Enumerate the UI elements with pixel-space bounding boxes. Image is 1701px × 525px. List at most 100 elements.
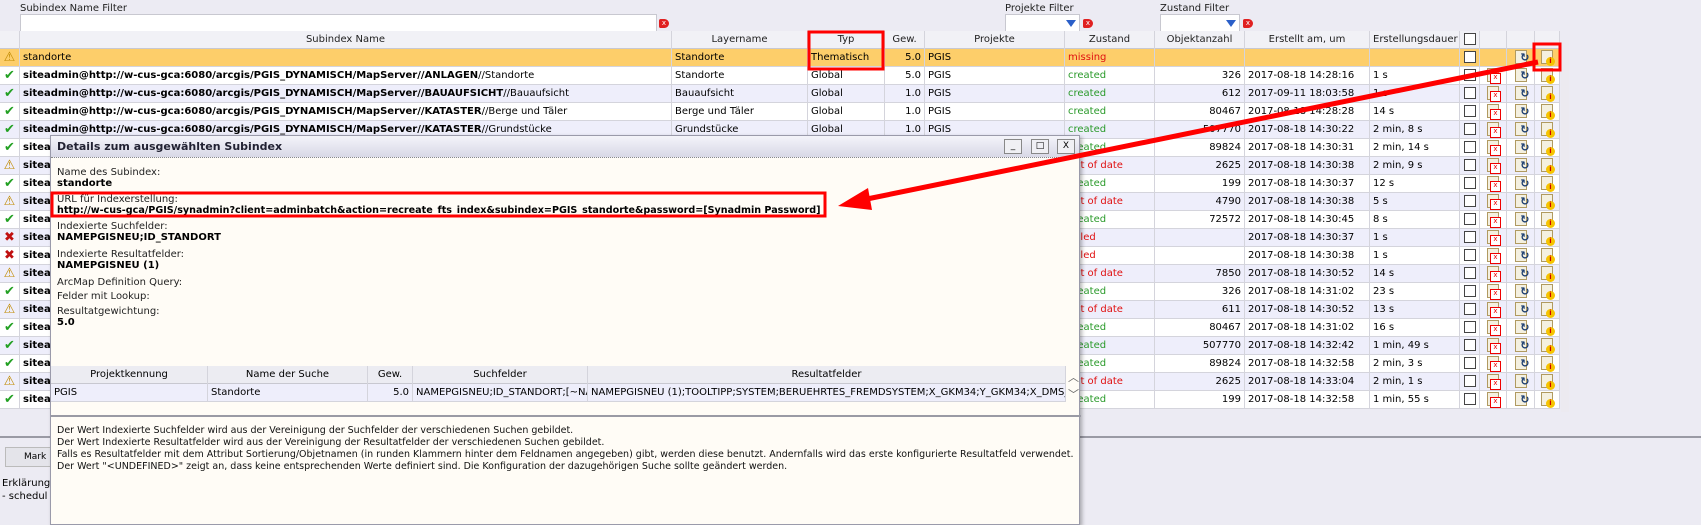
column-header-erstellungsdauer[interactable]: Erstellungsdauer — [1370, 31, 1460, 49]
row-checkbox[interactable] — [1463, 339, 1476, 351]
row-checkbox[interactable] — [1463, 393, 1476, 405]
delete-document-icon[interactable] — [1487, 230, 1501, 246]
scroll-down-icon[interactable]: ﹀ — [1068, 386, 1079, 402]
info-document-icon[interactable] — [1541, 140, 1555, 156]
subindex-filter-input[interactable] — [20, 14, 657, 32]
scroll-up-icon[interactable]: ︿ — [1068, 369, 1079, 385]
row-checkbox[interactable] — [1463, 69, 1476, 81]
clear-projekte-filter-icon[interactable]: x — [1083, 19, 1093, 28]
delete-document-icon[interactable] — [1487, 194, 1501, 210]
delete-document-icon[interactable] — [1487, 284, 1501, 300]
row-checkbox[interactable] — [1463, 375, 1476, 387]
row-checkbox[interactable] — [1463, 321, 1476, 333]
row-checkbox[interactable] — [1463, 357, 1476, 369]
delete-document-icon[interactable] — [1487, 68, 1501, 84]
delete-document-icon[interactable] — [1487, 86, 1501, 102]
row-checkbox[interactable] — [1463, 87, 1476, 99]
info-document-icon[interactable] — [1541, 176, 1555, 192]
minimize-button[interactable]: _ — [1004, 139, 1022, 154]
delete-document-icon[interactable] — [1487, 266, 1501, 282]
refresh-document-icon[interactable] — [1514, 139, 1530, 157]
info-document-icon[interactable] — [1541, 356, 1555, 372]
row-checkbox[interactable] — [1463, 249, 1476, 261]
column-header-projekte[interactable]: Projekte — [925, 31, 1065, 49]
refresh-document-icon[interactable] — [1514, 157, 1530, 175]
delete-document-icon[interactable] — [1487, 122, 1501, 138]
projekte-filter-select[interactable] — [1005, 14, 1080, 32]
zustand-filter-select[interactable] — [1160, 14, 1240, 32]
row-checkbox[interactable] — [1463, 141, 1476, 153]
refresh-document-icon[interactable] — [1514, 229, 1530, 247]
column-header-layername[interactable]: Layername — [672, 31, 808, 49]
delete-document-icon[interactable] — [1487, 356, 1501, 372]
refresh-document-icon[interactable] — [1514, 301, 1530, 319]
mark-button[interactable]: Mark — [5, 447, 53, 467]
refresh-document-icon[interactable] — [1514, 211, 1530, 229]
table-row[interactable]: ✔ siteadmin@http://w-cus-gca:6080/arcgis/… — [0, 103, 1560, 121]
row-checkbox[interactable] — [1463, 51, 1476, 63]
column-header-typ[interactable]: Typ — [808, 31, 885, 49]
info-document-icon[interactable] — [1541, 302, 1555, 318]
row-checkbox[interactable] — [1463, 285, 1476, 297]
refresh-document-icon[interactable] — [1514, 337, 1530, 355]
refresh-document-icon[interactable] — [1514, 85, 1530, 103]
info-document-icon[interactable] — [1541, 104, 1555, 120]
refresh-document-icon[interactable] — [1514, 373, 1530, 391]
info-document-icon[interactable] — [1541, 374, 1555, 390]
info-document-icon[interactable] — [1541, 266, 1555, 282]
row-checkbox[interactable] — [1463, 267, 1476, 279]
refresh-document-icon[interactable] — [1514, 103, 1530, 121]
row-checkbox[interactable] — [1463, 231, 1476, 243]
row-checkbox[interactable] — [1463, 213, 1476, 225]
info-document-icon[interactable] — [1541, 392, 1555, 408]
delete-document-icon[interactable] — [1487, 140, 1501, 156]
info-document-icon[interactable] — [1541, 68, 1555, 84]
column-header-subindex-name[interactable]: Subindex Name — [20, 31, 672, 49]
delete-document-icon[interactable] — [1487, 212, 1501, 228]
delete-document-icon[interactable] — [1487, 338, 1501, 354]
column-header-gew[interactable]: Gew. — [368, 366, 413, 384]
table-scrollbar[interactable] — [1561, 40, 1569, 412]
row-checkbox[interactable] — [1463, 177, 1476, 189]
maximize-button[interactable]: □ — [1031, 139, 1049, 154]
info-document-icon[interactable] — [1541, 212, 1555, 228]
url-value[interactable]: http://w-cus-gca/PGIS/synadmin?client=ad… — [57, 205, 821, 216]
table-row[interactable]: ✔ siteadmin@http://w-cus-gca:6080/arcgis/… — [0, 67, 1560, 85]
delete-document-icon[interactable] — [1487, 374, 1501, 390]
row-checkbox[interactable] — [1463, 159, 1476, 171]
dialog-title[interactable]: Details zum ausgewählten Subindex — [51, 136, 1079, 158]
row-checkbox[interactable] — [1463, 195, 1476, 207]
refresh-document-icon[interactable] — [1514, 355, 1530, 373]
column-header-suchfelder[interactable]: Suchfelder — [413, 366, 588, 384]
refresh-document-icon[interactable] — [1514, 121, 1530, 139]
column-header-projektkennung[interactable]: Projektkennung — [51, 366, 208, 384]
refresh-document-icon[interactable] — [1514, 67, 1530, 85]
info-document-icon[interactable] — [1541, 194, 1555, 210]
row-checkbox[interactable] — [1463, 105, 1476, 117]
refresh-document-icon[interactable] — [1514, 193, 1530, 211]
clear-subindex-filter-icon[interactable]: x — [659, 19, 669, 28]
column-header-zustand[interactable]: Zustand — [1065, 31, 1155, 49]
table-row[interactable]: ⚠ standorte Standorte Thematisch 5.0 PGIS miss… — [0, 49, 1560, 67]
refresh-document-icon[interactable] — [1514, 391, 1530, 409]
refresh-document-icon[interactable] — [1514, 283, 1530, 301]
refresh-document-icon[interactable] — [1514, 319, 1530, 337]
delete-document-icon[interactable] — [1487, 176, 1501, 192]
refresh-document-icon[interactable] — [1514, 247, 1530, 265]
info-document-icon[interactable] — [1541, 50, 1555, 66]
delete-document-icon[interactable] — [1487, 248, 1501, 264]
refresh-document-icon[interactable] — [1514, 175, 1530, 193]
info-document-icon[interactable] — [1541, 320, 1555, 336]
delete-document-icon[interactable] — [1487, 392, 1501, 408]
select-all-checkbox[interactable] — [1463, 33, 1476, 45]
refresh-document-icon[interactable] — [1514, 49, 1530, 67]
column-header-resultatfelder[interactable]: Resultatfelder — [588, 366, 1066, 384]
info-document-icon[interactable] — [1541, 248, 1555, 264]
delete-document-icon[interactable] — [1487, 302, 1501, 318]
delete-document-icon[interactable] — [1487, 158, 1501, 174]
close-button[interactable]: X — [1057, 139, 1075, 154]
column-header-gew[interactable]: Gew. — [885, 31, 925, 49]
info-document-icon[interactable] — [1541, 158, 1555, 174]
info-document-icon[interactable] — [1541, 122, 1555, 138]
column-header-name-der-suche[interactable]: Name der Suche — [208, 366, 368, 384]
